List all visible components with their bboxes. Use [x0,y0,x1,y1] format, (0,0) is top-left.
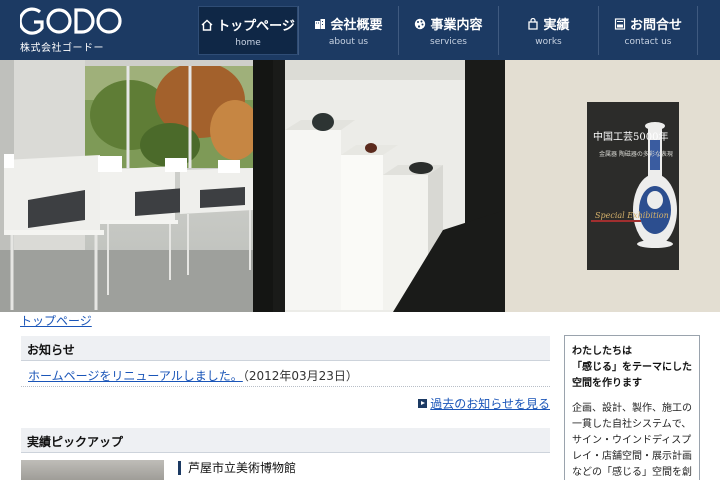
sidebar-body-line: 企画、設計、製作、施工の [572,403,692,414]
nav-item-works[interactable]: 実績 works [498,6,598,55]
past-news-link[interactable]: 過去のお知らせを見る [418,395,550,412]
sidebar-title-line: 「感じる」をテーマにした [572,362,692,373]
building-icon [314,18,326,30]
nav-label: トップページ [217,19,295,34]
breadcrumb[interactable]: トップページ [20,312,92,329]
nav-sublabel: home [235,38,261,48]
palette-icon [414,18,426,30]
nav-label: 事業内容 [430,18,483,33]
hero-photo-gallery [0,60,253,312]
hero-photo-poster: 中国工芸5000年 金属器 陶磁器の多彩な表現 Special Exhibiti… [505,60,720,312]
main-nav: トップページ home 会社概要 about us 事業内容 services [198,0,698,60]
sidebar-title: わたしたちは 「感じる」をテーマにした 空間を作ります [572,344,693,392]
nav-sublabel: services [430,37,467,47]
sidebar-body-line: レイ・店舗空間・展示計画 [572,451,692,462]
sidebar-body-line: などの「感じる」空間を創 [572,467,692,478]
nav-label: お問合せ [629,18,682,33]
pickup-heading: 実績ピックアップ [21,428,550,453]
nav-sublabel: contact us [624,37,672,47]
sidebar-body-line: 一貫した自社システムで、 [572,419,692,430]
mail-icon [614,17,626,30]
sidebar-body-line: サイン・ウインドディスプ [572,435,692,446]
nav-item-services[interactable]: 事業内容 services [398,6,498,55]
news-item-date: （2012年03月23日） [242,369,358,383]
sidebar-title-line: わたしたちは [572,346,632,357]
news-heading: お知らせ [21,336,550,361]
arrow-right-icon [418,399,428,408]
pickup-thumbnail[interactable] [21,460,164,480]
company-name: 株式会社ゴードー [20,43,104,54]
sidebar-about-box: わたしたちは 「感じる」をテーマにした 空間を作ります 企画、設計、製作、施工の… [564,335,700,480]
poster-title: 中国工芸5000年 [593,130,668,143]
nav-sublabel: about us [328,37,369,47]
sidebar-title-line: 空間を作ります [572,378,642,389]
pickup-item-title[interactable]: 芦屋市立美術博物館 [178,461,296,475]
poster-subtitle: 金属器 陶磁器の多彩な表現 [599,150,673,158]
past-news-label: 過去のお知らせを見る [430,397,550,411]
nav-label: 会社概要 [330,18,383,33]
poster-special: Special Exhibition [595,211,669,220]
news-item: ホームページをリニューアルしました。（2012年03月23日） [28,367,358,384]
logo-mark [20,7,122,35]
nav-item-about[interactable]: 会社概要 about us [298,6,398,55]
site-header: 株式会社ゴードー トップページ home 会社概要 about us 事業内容 … [0,0,720,60]
sidebar-body: 企画、設計、製作、施工の 一貫した自社システムで、 サイン・ウインドディスプ レ… [572,401,693,480]
nav-item-home[interactable]: トップページ home [198,6,298,55]
nav-label: 実績 [543,18,570,33]
nav-sublabel: works [535,37,562,47]
news-divider [21,386,550,387]
nav-item-contact[interactable]: お問合せ contact us [598,6,698,55]
logo[interactable]: 株式会社ゴードー [20,6,130,54]
news-item-link[interactable]: ホームページをリニューアルしました。 [28,369,243,383]
home-icon [201,19,213,31]
hero-photo-exhibit [253,60,505,312]
hero-banner: 中国工芸5000年 金属器 陶磁器の多彩な表現 Special Exhibiti… [0,60,720,312]
bag-icon [527,17,539,30]
